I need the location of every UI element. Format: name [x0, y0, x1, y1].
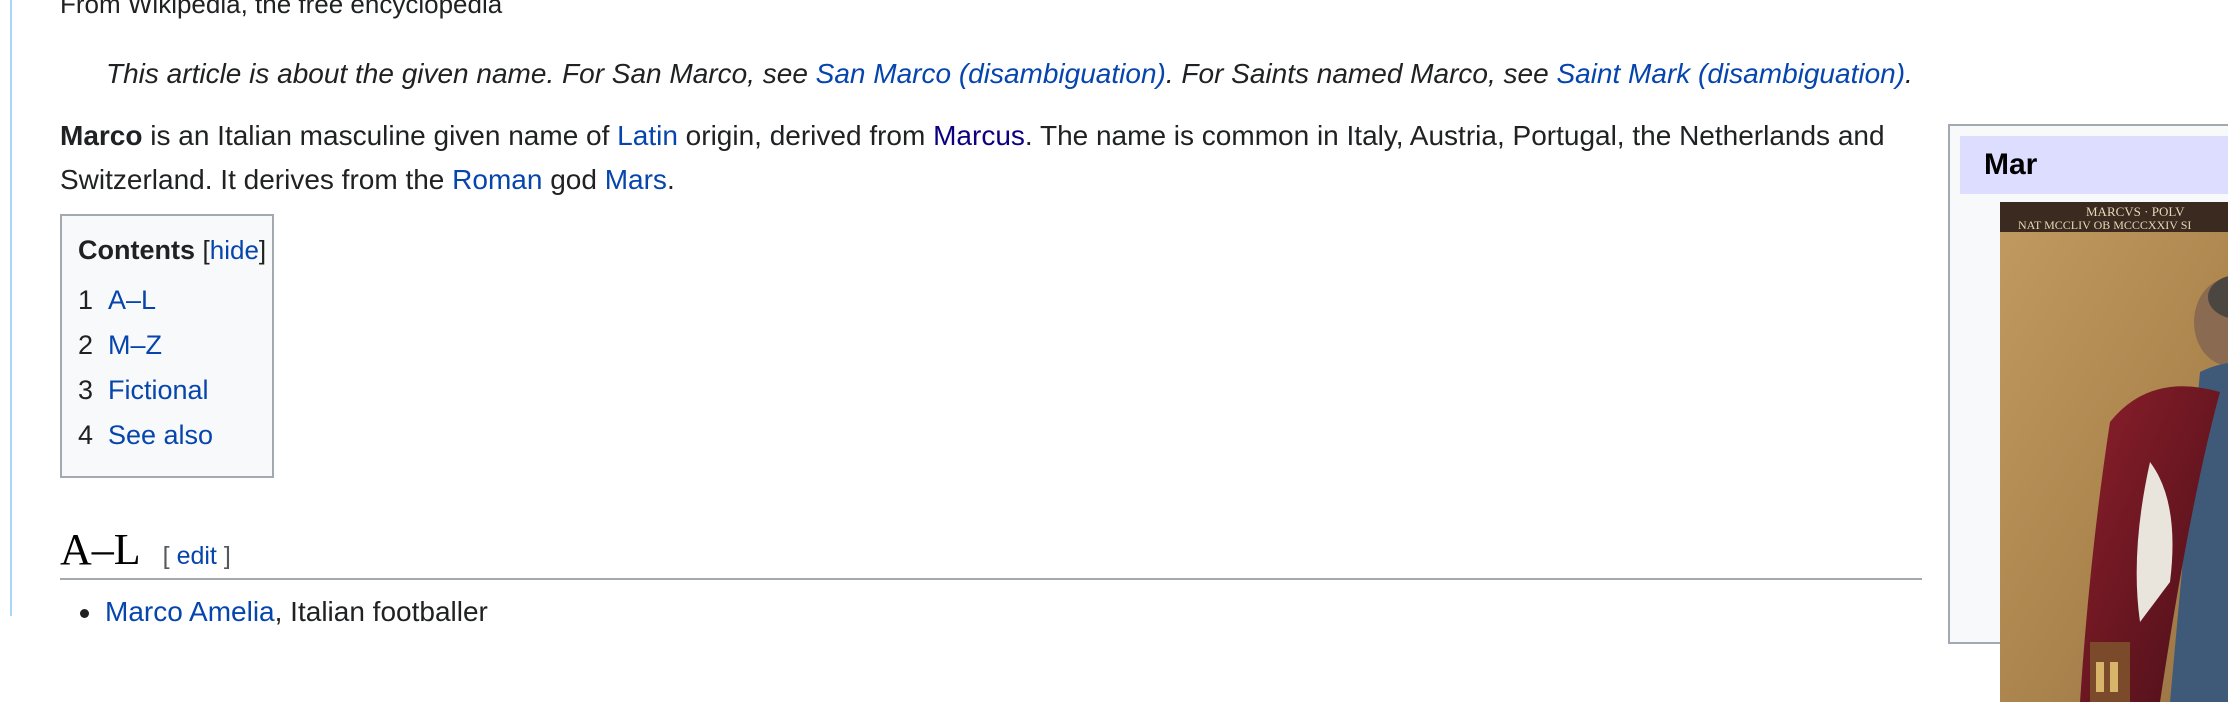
infobox-portrait-image[interactable]: MARCVS · POLV NAT MCCLIV OB MCCCXXIV SI	[2000, 202, 2228, 702]
toc-close-bracket: ]	[258, 235, 267, 265]
article-subject: Marco	[60, 120, 143, 151]
section-edit-link[interactable]: edit	[177, 542, 217, 570]
toc-item-see-also[interactable]: 4 See also	[78, 413, 256, 458]
toc-item-number: 1	[78, 285, 94, 315]
hatnote-text-1: This article is about the given name. Fo…	[106, 58, 816, 89]
toc-hide-toggle: [hide]	[203, 235, 267, 265]
hatnote: This article is about the given name. Fo…	[106, 52, 1913, 96]
toc-title-row: Contents [hide]	[78, 232, 266, 268]
intro-paragraph: Marco is an Italian masculine given name…	[60, 114, 1922, 202]
content-left-border	[10, 0, 12, 616]
section-edit: [ edit ]	[163, 542, 231, 570]
infobox-title: Mar	[1960, 136, 2228, 194]
section-heading-a-l: A–L [ edit ]	[60, 522, 1922, 580]
hatnote-text-3: .	[1905, 58, 1913, 89]
edit-close-bracket: ]	[216, 542, 231, 570]
toc-hide-link[interactable]: hide	[210, 235, 259, 265]
toc-list: 1 A–L 2 M–Z 3 Fictional 4 See also	[78, 278, 256, 458]
link-roman[interactable]: Roman	[452, 164, 542, 195]
site-tagline: From Wikipedia, the free encyclopedia	[60, 0, 503, 19]
bullet-icon	[80, 609, 89, 619]
intro-text-5: .	[666, 164, 675, 195]
link-san-marco-disambiguation[interactable]: San Marco (disambiguation)	[816, 58, 1166, 89]
inscription-line-1: MARCVS · POLV	[2086, 204, 2185, 219]
toc-item-m-z[interactable]: 2 M–Z	[78, 323, 256, 368]
section-title: A–L	[60, 525, 141, 574]
link-latin[interactable]: Latin	[617, 120, 678, 151]
toc-item-number: 2	[78, 330, 94, 360]
link-marcus[interactable]: Marcus	[933, 120, 1025, 151]
toc-item-number: 4	[78, 420, 94, 450]
link-marco-amelia[interactable]: Marco Amelia	[105, 596, 275, 627]
toc-title: Contents	[78, 235, 195, 265]
edit-open-bracket: [	[162, 542, 177, 570]
intro-text-2: origin, derived from	[677, 120, 934, 151]
link-saint-mark-disambiguation[interactable]: Saint Mark (disambiguation)	[1556, 58, 1905, 89]
toc-item-link[interactable]: M–Z	[108, 323, 162, 368]
inscription-line-2: NAT MCCLIV OB MCCCXXIV SI	[2018, 218, 2191, 232]
toc-item-link[interactable]: See also	[108, 413, 213, 458]
list-item-text: , Italian footballer	[274, 596, 488, 627]
toc-item-link[interactable]: A–L	[108, 278, 156, 323]
list-item: Marco Amelia, Italian footballer	[80, 590, 488, 634]
article-content: From Wikipedia, the free encyclopedia Th…	[60, 0, 1922, 627]
toc-open-bracket: [	[202, 235, 210, 265]
toc-item-link[interactable]: Fictional	[108, 368, 209, 413]
portrait-painting: MARCVS · POLV NAT MCCLIV OB MCCCXXIV SI	[2000, 202, 2228, 702]
toc-item-fictional[interactable]: 3 Fictional	[78, 368, 256, 413]
toc-item-a-l[interactable]: 1 A–L	[78, 278, 256, 323]
hatnote-text-2: . For Saints named Marco, see	[1165, 58, 1557, 89]
intro-text-4: god	[542, 164, 605, 195]
link-mars[interactable]: Mars	[605, 164, 667, 195]
intro-text-1: is an Italian masculine given name of	[142, 120, 618, 151]
toc-item-number: 3	[78, 375, 94, 405]
table-of-contents: Contents [hide] 1 A–L 2 M–Z 3 Fictional …	[60, 214, 274, 478]
